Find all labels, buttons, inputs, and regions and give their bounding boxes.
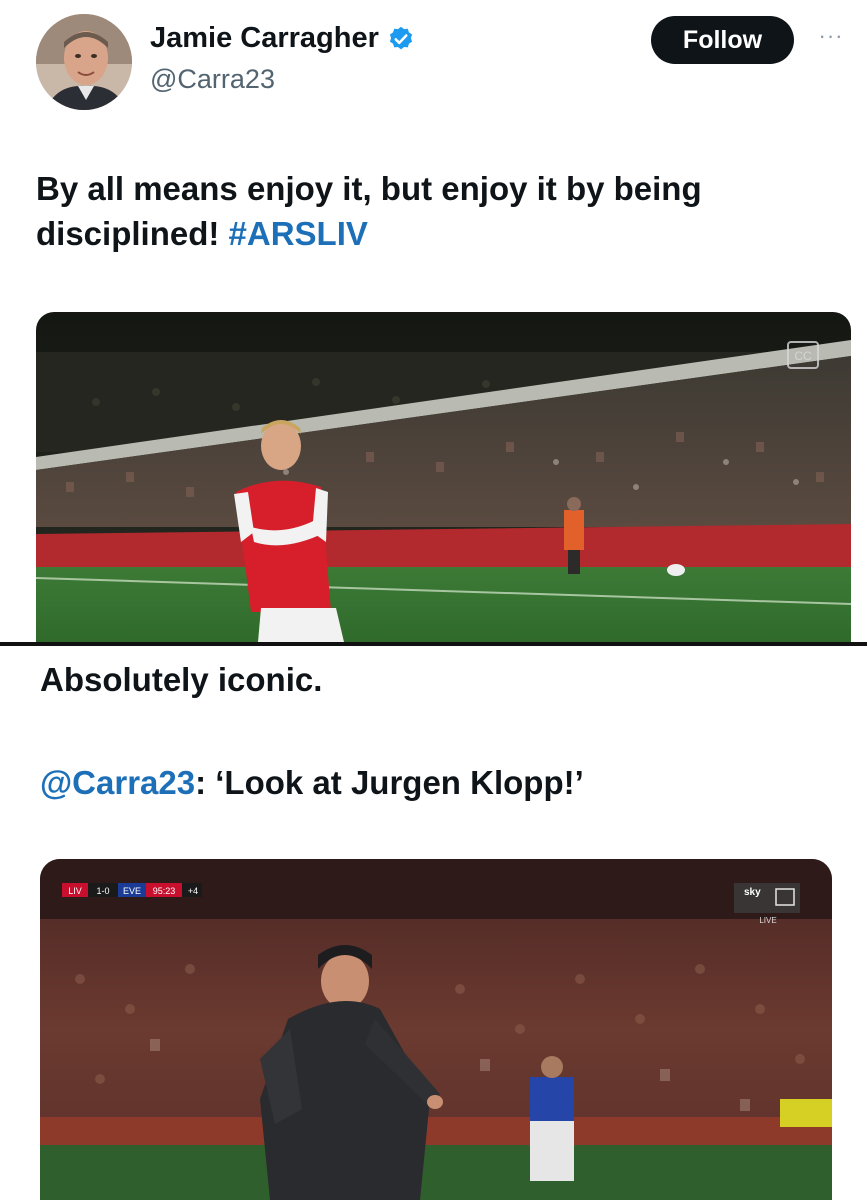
scorebug-score: 1-0 [96, 886, 109, 896]
more-options-icon[interactable]: ··· [814, 23, 848, 48]
klopp-celebration-frame: LIV 1-0 EVE 95:23 +4 sky LIVE [40, 859, 832, 1200]
scorebug-away: EVE [123, 886, 141, 896]
tweet-video[interactable]: CC [36, 312, 851, 642]
follow-button[interactable]: Follow [651, 16, 794, 64]
tweet-text: By all means enjoy it, but enjoy it by b… [36, 166, 836, 256]
divider [0, 642, 867, 646]
post-caption: Absolutely iconic. [40, 661, 323, 698]
media-badge: CC [794, 349, 812, 363]
verified-badge-icon [389, 26, 412, 49]
avatar[interactable] [36, 14, 132, 110]
avatar-image [36, 14, 132, 110]
quote-text: : ‘Look at Jurgen Klopp!’ [195, 764, 584, 801]
hashtag-link[interactable]: #ARSLIV [229, 215, 368, 252]
broadcaster-name: sky [744, 887, 761, 898]
scorebug-added-time: +4 [188, 886, 198, 896]
scorebug: LIV 1-0 EVE 95:23 +4 [62, 883, 202, 897]
broadcaster-live: LIVE [759, 916, 776, 925]
mention-link[interactable]: @Carra23 [40, 764, 195, 801]
author-name-text: Jamie Carragher [150, 22, 379, 54]
scorebug-clock: 95:23 [153, 886, 176, 896]
post-video[interactable]: LIV 1-0 EVE 95:23 +4 sky LIVE [40, 859, 832, 1200]
tweet-card: Jamie Carragher @Carra23 Follow ··· By a… [0, 0, 867, 642]
scorebug-home: LIV [68, 886, 82, 896]
quote-line: @Carra23: ‘Look at Jurgen Klopp!’ [40, 764, 584, 802]
author-name[interactable]: Jamie Carragher [150, 22, 415, 55]
author-handle[interactable]: @Carra23 [150, 64, 275, 95]
arsenal-celebration-frame: CC [36, 312, 851, 642]
tweet-body: By all means enjoy it, but enjoy it by b… [36, 170, 702, 252]
